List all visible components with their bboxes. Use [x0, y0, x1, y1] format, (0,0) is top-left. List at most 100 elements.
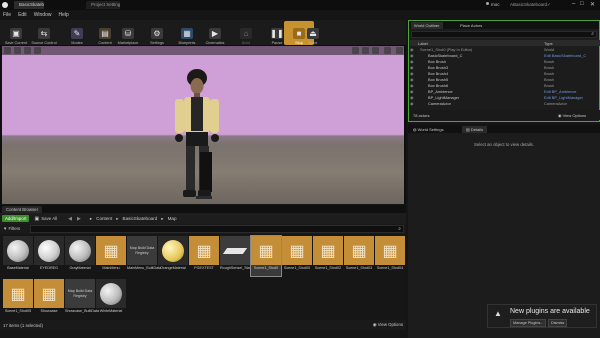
outliner-row[interactable]: ◉ Scene1_Shot0 (Play In Editor) World [410, 47, 600, 52]
grid-snap-icon[interactable] [384, 47, 391, 54]
lit-mode-icon[interactable] [24, 47, 31, 54]
asset-tile[interactable]: GrayMaterial [65, 236, 95, 276]
tab-level[interactable]: BasicSkatebo... [14, 1, 44, 9]
visibility-eye-icon[interactable]: ◉ [410, 95, 418, 100]
asset-tile[interactable]: BaseMaterial [3, 236, 33, 276]
asset-tile[interactable]: ▦ Scene1_Shot02 [313, 236, 343, 276]
tab-project-settings[interactable]: Project Settings [86, 1, 120, 9]
asset-tile[interactable]: ▦ Scene1_Shot05 [3, 279, 33, 319]
visibility-eye-icon[interactable]: ◉ [410, 65, 418, 70]
edit-blueprint-link[interactable]: Edit BP_Ambience [544, 89, 598, 94]
forward-icon[interactable]: ▶ [77, 216, 81, 222]
asset-tile[interactable]: WhiteMaterial [96, 279, 126, 319]
filters-button[interactable]: ▼ Filters [3, 226, 20, 231]
asset-thumbnail: Map Build Data Registry [65, 279, 95, 308]
show-flags-icon[interactable] [34, 47, 41, 54]
outliner-view-options[interactable]: ◉ View Options [558, 113, 586, 118]
static-mesh-icon [222, 247, 248, 254]
level-viewport[interactable] [0, 46, 406, 204]
outliner-row[interactable]: ◉ Box Brush Brush [410, 59, 600, 64]
menu-window[interactable]: Window [34, 12, 52, 18]
visibility-eye-icon[interactable]: ◉ [410, 53, 418, 58]
asset-thumbnail: ▦ [282, 236, 312, 265]
visibility-eye-icon[interactable]: ◉ [410, 77, 418, 82]
visibility-eye-icon[interactable]: ◉ [410, 71, 418, 76]
visibility-eye-icon[interactable]: ◉ [410, 83, 418, 88]
maximize-icon[interactable]: □ [580, 1, 584, 7]
asset-tile[interactable]: ▦ Scene1_Shot0 [250, 235, 282, 277]
asset-tile[interactable]: ▦ Showcase [34, 279, 64, 319]
manage-plugins-button[interactable]: Manage Plugins... [510, 319, 547, 327]
camera-speed-icon[interactable] [396, 47, 403, 54]
breadcrumb-map[interactable]: Map [168, 216, 177, 222]
column-label[interactable]: Label [418, 41, 428, 46]
search-outliner-input[interactable]: ⌕ [411, 31, 597, 38]
asset-tile[interactable]: ▦ MainMenu [96, 236, 126, 276]
outliner-row[interactable]: ◉ Box Brush4 Brush [410, 71, 600, 76]
asset-tile[interactable]: RoughSensei_StaticMesh [220, 236, 263, 276]
map-icon: ▦ [41, 285, 57, 303]
dismiss-button[interactable]: Dismiss [548, 319, 568, 327]
asset-tile[interactable]: ▦ Scene1_Shot04 [375, 236, 405, 276]
outliner-row[interactable]: ◉ BP_Ambience Edit BP_Ambience [410, 89, 600, 94]
asset-tile[interactable]: EYEDREG [34, 236, 64, 276]
menu-file[interactable]: File [3, 12, 11, 18]
breadcrumb-basicskateboard[interactable]: BasicSkateboard [123, 216, 158, 222]
back-icon[interactable]: ◀ [68, 216, 72, 222]
viewport-options-icon[interactable] [4, 47, 11, 54]
tab-details[interactable]: ▤ Details [462, 126, 488, 133]
settings-button[interactable]: ⚙ Settings [142, 21, 172, 45]
outliner-row[interactable]: ◉ BasicSkateboard_C Edit BasicSkateboard_C [410, 53, 600, 58]
rotate-icon[interactable] [362, 47, 369, 54]
user-label: moc [491, 2, 500, 7]
column-type[interactable]: Type [544, 41, 553, 46]
asset-tile[interactable]: Map Build Data Registry Showcase_BuiltDat… [65, 279, 99, 319]
translate-icon[interactable] [352, 47, 359, 54]
asset-label: RoughSensei_StaticMesh [220, 266, 263, 270]
asset-tile[interactable]: ▦ Scene1_Shot00 [282, 236, 312, 276]
edit-blueprint-link[interactable]: Edit BP_LightManager [544, 95, 598, 100]
asset-tile[interactable]: ▦ Scene1_Shot03 [344, 236, 374, 276]
tab-place-actors[interactable]: Place Actors [457, 22, 485, 29]
outliner-row[interactable]: ◉ Box Brush5 Brush [410, 77, 600, 82]
visibility-eye-icon[interactable]: ◉ [410, 89, 418, 94]
breadcrumb-content[interactable]: Content [96, 216, 112, 222]
outliner-row[interactable]: ◉ CameraActor CameraActor [410, 101, 600, 106]
tab-world-settings[interactable]: ◍ World Settings [410, 126, 447, 133]
search-assets-input[interactable]: ⌕ [30, 225, 404, 233]
tab-world-outliner[interactable]: World Outliner [411, 22, 443, 29]
perspective-icon[interactable] [14, 47, 21, 54]
outliner-row[interactable]: ◉ Box Brush6 Brush [410, 83, 600, 88]
asset-tile[interactable]: OrangeMaterial [158, 236, 188, 276]
save-all-button[interactable]: ▣ Save All [34, 216, 57, 222]
build-button[interactable]: ⌂ Build [231, 21, 261, 45]
item-count: 17 items (1 selected) [3, 322, 43, 328]
source-control-button[interactable]: ⇆ Source Control [29, 21, 59, 45]
menu-help[interactable]: Help [58, 12, 68, 18]
search-icon: ⌕ [591, 31, 594, 37]
visibility-eye-icon[interactable]: ◉ [410, 101, 418, 106]
edit-blueprint-link[interactable]: Edit BasicSkateboard_C [544, 53, 598, 58]
visibility-eye-icon[interactable]: ◉ [410, 59, 418, 64]
view-options-button[interactable]: ◉ View Options [373, 322, 403, 328]
asset-thumbnail: ▦ [96, 236, 126, 265]
blueprints-button[interactable]: ▦ Blueprints [172, 21, 202, 45]
add-import-button[interactable]: Add/Import [2, 215, 30, 222]
save-current-button[interactable]: ▣ Save Current [1, 21, 31, 45]
visibility-eye-icon[interactable]: ◉ [410, 47, 418, 52]
close-icon[interactable]: ✕ [590, 1, 595, 8]
asset-tile[interactable]: Map Build Data Registry MainMenu_BuiltDat… [127, 236, 161, 276]
cinematics-button[interactable]: ▶ Cinematics [200, 21, 230, 45]
minimize-icon[interactable]: – [572, 1, 575, 7]
project-name: ABasicSkateboard✓ [510, 2, 551, 7]
menu-edit[interactable]: Edit [18, 12, 27, 18]
outliner-row[interactable]: ◉ BP_LightManager Edit BP_LightManager [410, 95, 600, 100]
tab-content-browser[interactable]: Content Browser [2, 206, 43, 213]
marketplace-button[interactable]: ⛁ Marketplace [113, 21, 143, 45]
outliner-row-type: Brush [544, 77, 555, 82]
asset-tile[interactable]: ▦ PGEXTEST [189, 236, 219, 276]
eject-button[interactable]: ⏏ Eject [298, 21, 328, 45]
modes-button[interactable]: ✎ Modes [62, 21, 92, 45]
outliner-row[interactable]: ◉ Box Brush3 Brush [410, 65, 600, 70]
scale-icon[interactable] [372, 47, 379, 54]
